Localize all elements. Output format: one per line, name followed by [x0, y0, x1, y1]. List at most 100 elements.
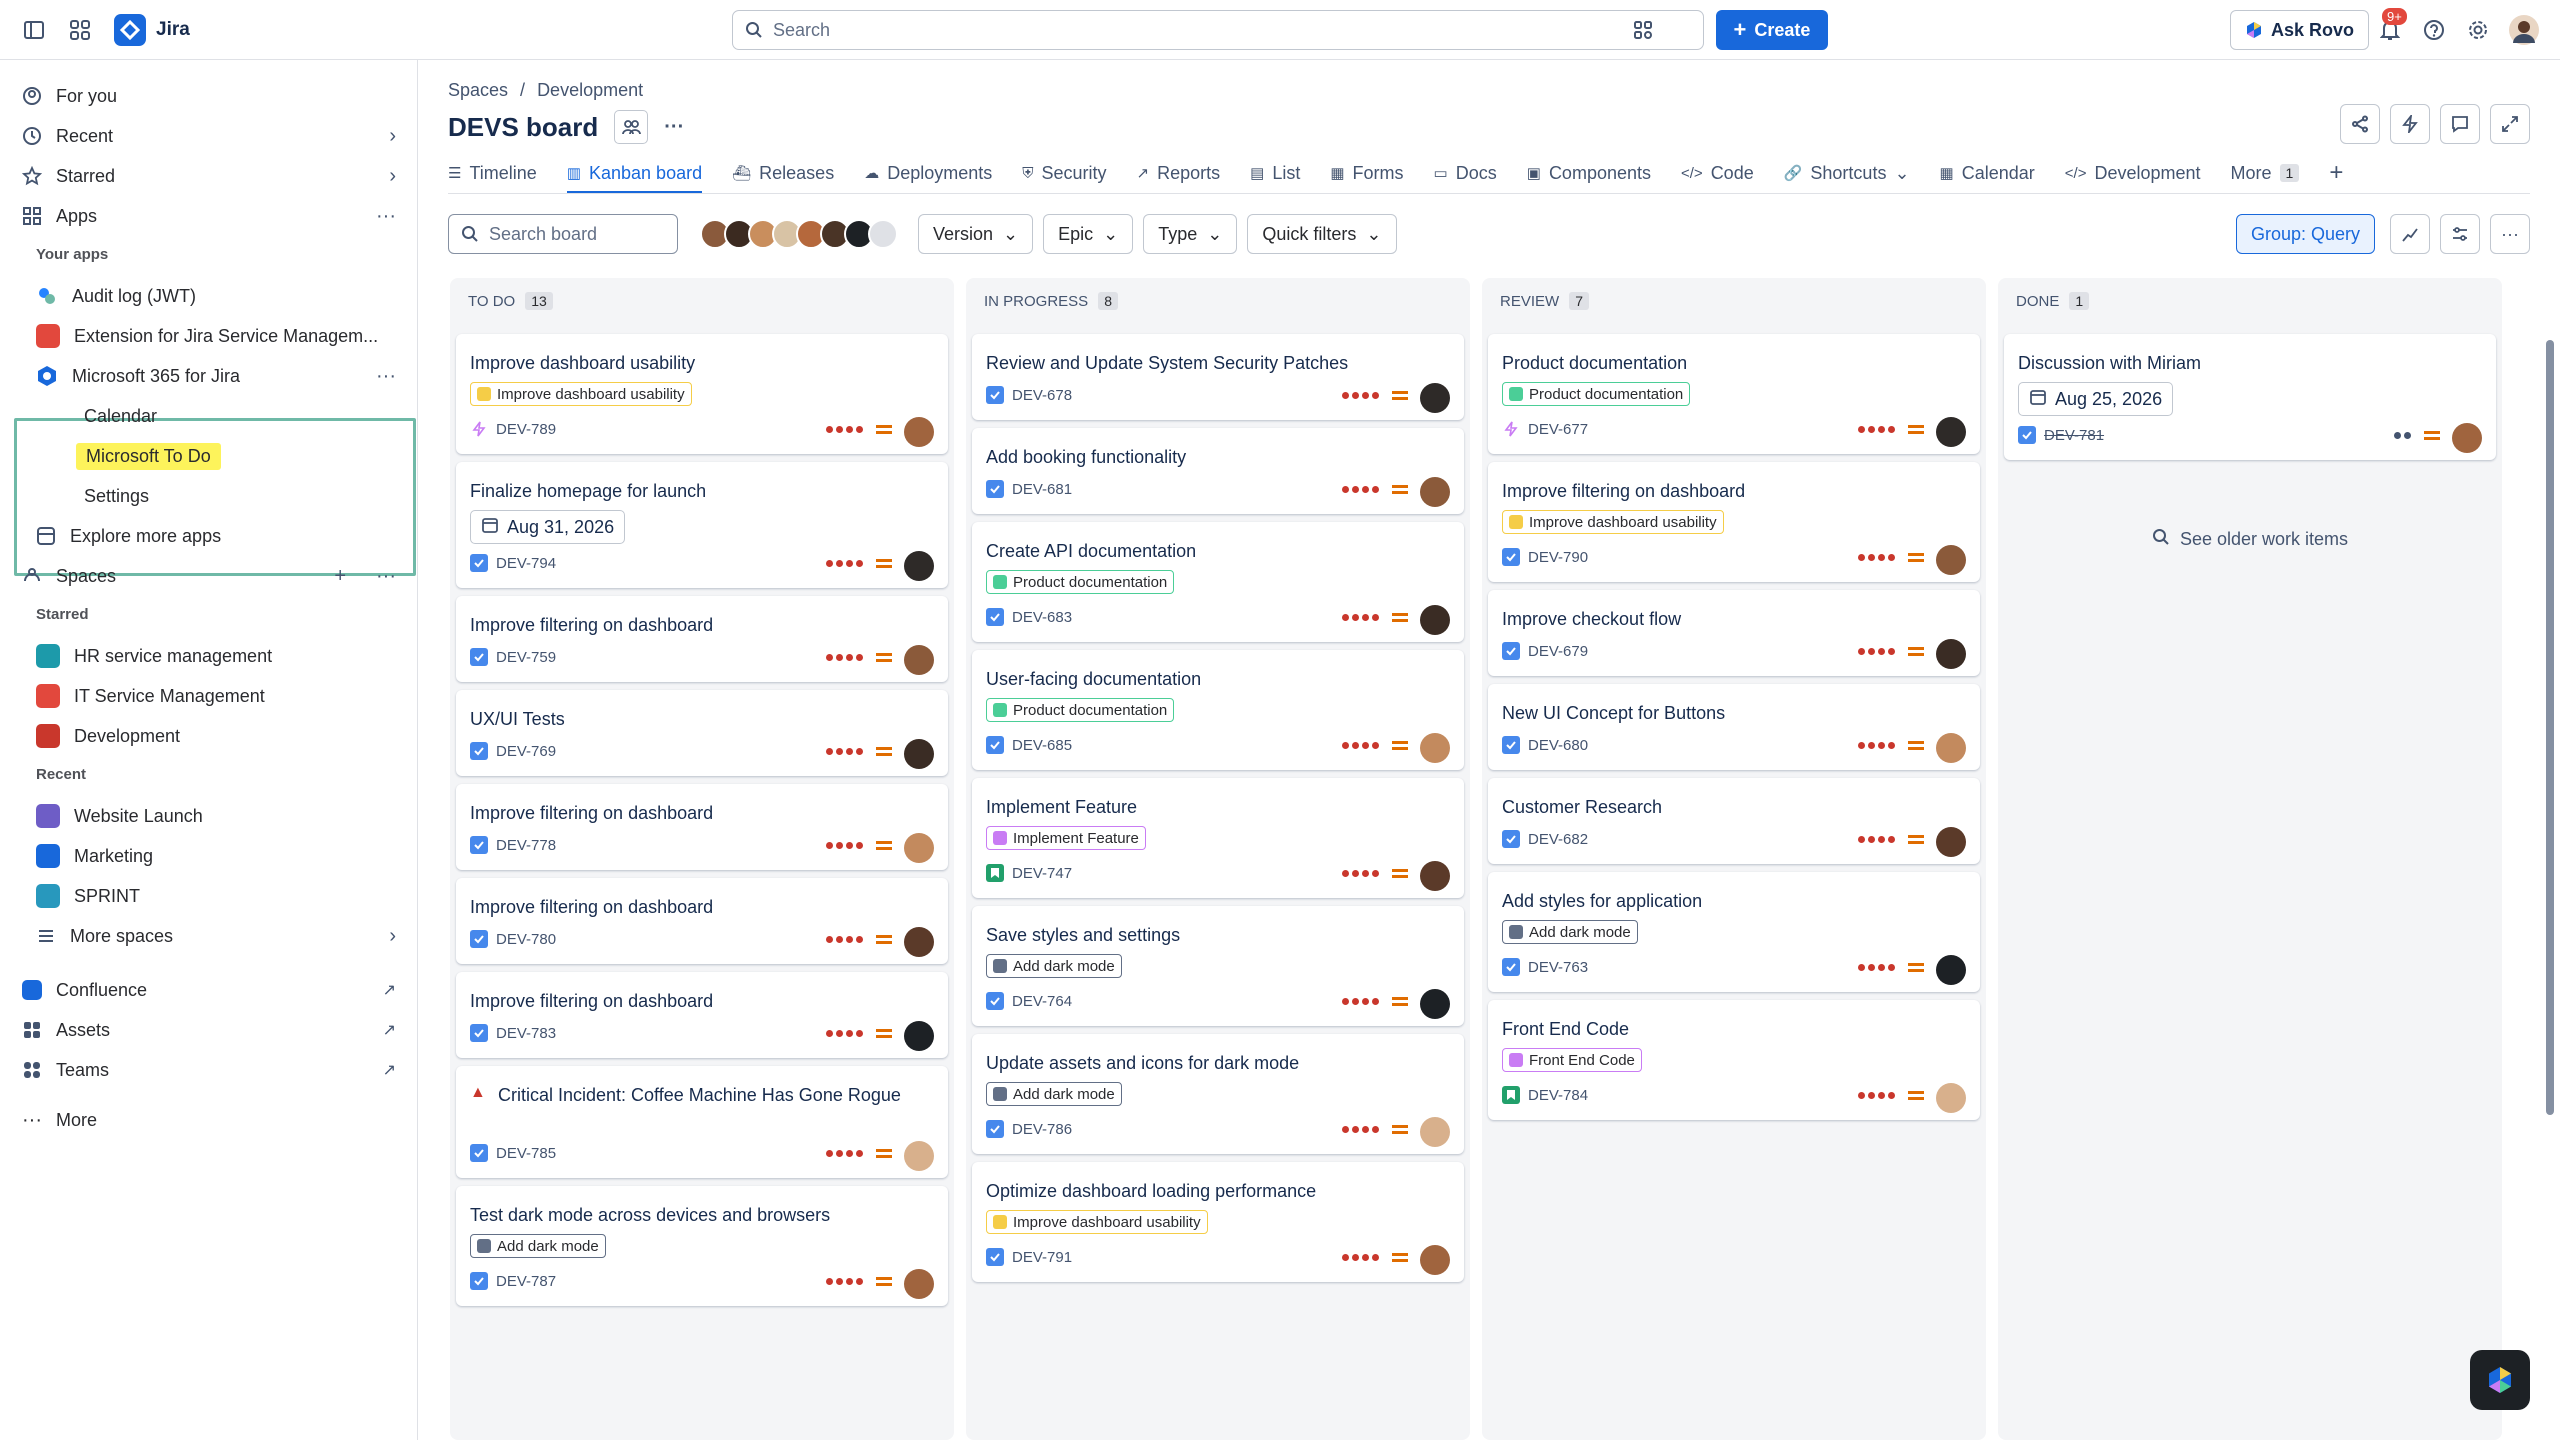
epic-lozenge[interactable]: Improve dashboard usability [470, 382, 692, 406]
work-item-key[interactable]: DEV-681 [986, 480, 1072, 498]
work-item-key[interactable]: DEV-787 [470, 1272, 556, 1290]
work-item-card[interactable]: Optimize dashboard loading performance Im… [972, 1162, 1464, 1282]
global-search[interactable] [732, 10, 1704, 50]
sidebar-space-development[interactable]: Development [36, 718, 180, 754]
sidebar-space-marketing[interactable]: Marketing [36, 838, 153, 874]
sidebar-app-microsoft-365[interactable]: Microsoft 365 for Jira ··· [36, 358, 396, 394]
work-item-card[interactable]: Save styles and settings Add dark mode DEV… [972, 906, 1464, 1026]
board-search[interactable]: Search board [448, 214, 678, 254]
epic-lozenge[interactable]: Front End Code [1502, 1048, 1642, 1072]
work-item-card[interactable]: Discussion with Miriam Aug 25, 2026 DEV-78… [2004, 334, 2496, 460]
work-item-card[interactable]: UX/UI Tests DEV-769 [456, 690, 948, 776]
ask-rovo-button[interactable]: Ask Rovo [2230, 10, 2370, 50]
work-item-card[interactable]: Improve dashboard usability Improve dashb… [456, 334, 948, 454]
sidebar-app-audit-log[interactable]: Audit log (JWT) [36, 278, 196, 314]
tab-releases[interactable]: ⛴ Releases [732, 156, 846, 190]
sidebar-item-teams[interactable]: Teams ↗ [22, 1052, 396, 1088]
work-item-card[interactable]: Improve filtering on dashboard DEV-759 [456, 596, 948, 682]
assignee-avatar[interactable] [904, 927, 934, 957]
sidebar-more-spaces[interactable]: More spaces › [36, 918, 396, 954]
tab-reports[interactable]: ↗ Reports [1137, 156, 1233, 190]
sidebar-item-spaces[interactable]: Spaces + ··· [22, 558, 396, 594]
assignee-avatar[interactable] [1420, 605, 1450, 635]
work-item-card[interactable]: Add booking functionality DEV-681 [972, 428, 1464, 514]
tab-timeline[interactable]: ☰ Timeline [448, 156, 549, 190]
fullscreen-icon[interactable] [2490, 104, 2530, 144]
work-item-card[interactable]: Improve filtering on dashboard DEV-783 [456, 972, 948, 1058]
sidebar-item-confluence[interactable]: Confluence ↗ [22, 972, 396, 1008]
work-item-key[interactable]: DEV-784 [1502, 1086, 1588, 1104]
assignee-avatar[interactable] [1420, 1117, 1450, 1147]
tab-components[interactable]: ▣ Components [1527, 156, 1663, 190]
work-item-card[interactable]: Implement Feature Implement Feature DEV-74… [972, 778, 1464, 898]
assignee-avatar[interactable] [904, 1021, 934, 1051]
chevron-right-icon[interactable]: › [389, 125, 396, 148]
epic-lozenge[interactable]: Product documentation [1502, 382, 1691, 406]
assignee-avatar[interactable] [1936, 733, 1966, 763]
sidebar-item-more[interactable]: ··· More [22, 1102, 97, 1138]
work-item-key[interactable]: DEV-764 [986, 992, 1072, 1010]
epic-lozenge[interactable]: Add dark mode [470, 1234, 606, 1258]
work-item-key[interactable]: DEV-789 [470, 420, 556, 438]
epic-lozenge[interactable]: Product documentation [986, 570, 1175, 594]
tab-forms[interactable]: ▦ Forms [1330, 156, 1415, 190]
sidebar-space-sprint[interactable]: SPRINT [36, 878, 140, 914]
automation-lightning-icon[interactable] [2390, 104, 2430, 144]
assignee-avatar[interactable] [1936, 955, 1966, 985]
board-more-icon[interactable]: ··· [2490, 214, 2530, 254]
help-icon[interactable] [2416, 12, 2452, 48]
work-item-key[interactable]: DEV-682 [1502, 830, 1588, 848]
assignee-avatar[interactable] [904, 417, 934, 447]
assignee-avatar[interactable] [1420, 1245, 1450, 1275]
work-item-card[interactable]: Finalize homepage for launch Aug 31, 2026… [456, 462, 948, 588]
work-item-card[interactable]: Front End Code Front End Code DEV-784 [1488, 1000, 1980, 1120]
assignee-avatar[interactable] [2452, 423, 2482, 453]
work-item-key[interactable]: DEV-785 [470, 1144, 556, 1162]
assignee-avatar[interactable] [1936, 1083, 1966, 1113]
epic-filter[interactable]: Epic ⌄ [1043, 214, 1134, 254]
work-item-card[interactable]: Review and Update System Security Patche… [972, 334, 1464, 420]
assignee-avatar[interactable] [904, 551, 934, 581]
assignee-avatar[interactable] [904, 645, 934, 675]
share-icon[interactable] [2340, 104, 2380, 144]
tab-deployments[interactable]: ☁ Deployments [864, 156, 1004, 190]
quick-filters[interactable]: Quick filters ⌄ [1247, 214, 1397, 254]
work-item-card[interactable]: Improve filtering on dashboard DEV-778 [456, 784, 948, 870]
assignee-avatar[interactable] [1420, 383, 1450, 413]
work-item-key[interactable]: DEV-783 [470, 1024, 556, 1042]
sidebar-space-hr[interactable]: HR service management [36, 638, 272, 674]
board-more-options-icon[interactable]: ··· [664, 116, 684, 139]
app-switcher-icon[interactable] [62, 12, 98, 48]
tab-calendar[interactable]: ▦ Calendar [1940, 156, 2047, 190]
work-item-card[interactable]: Product documentation Product documentati… [1488, 334, 1980, 454]
assignee-avatar[interactable] [1420, 989, 1450, 1019]
sidebar-subitem-settings[interactable]: Settings [84, 478, 149, 514]
work-item-card[interactable]: Improve checkout flow DEV-679 [1488, 590, 1980, 676]
work-item-key[interactable]: DEV-685 [986, 736, 1072, 754]
search-input[interactable] [773, 19, 1633, 41]
assignee-avatar[interactable] [1936, 827, 1966, 857]
epic-lozenge[interactable]: Implement Feature [986, 826, 1146, 850]
tab-kanban-board[interactable]: ▥ Kanban board [566, 156, 714, 194]
sidebar-app-extension-jsm[interactable]: Extension for Jira Service Managem... [36, 318, 378, 354]
work-item-key[interactable]: DEV-791 [986, 1248, 1072, 1266]
jira-logo[interactable]: Jira [114, 14, 190, 46]
see-older-work-items-button[interactable]: See older work items [1998, 528, 2502, 551]
epic-lozenge[interactable]: Product documentation [986, 698, 1175, 722]
sidebar-item-for-you[interactable]: For you [22, 78, 117, 114]
version-filter[interactable]: Version ⌄ [918, 214, 1034, 254]
tab-docs[interactable]: ▭ Docs [1434, 156, 1509, 190]
work-item-key[interactable]: DEV-759 [470, 648, 556, 666]
chevron-right-icon[interactable]: › [389, 165, 396, 188]
sidebar-explore-more-apps[interactable]: Explore more apps [36, 518, 221, 554]
sidebar-item-apps[interactable]: Apps ··· [22, 198, 396, 234]
sidebar-item-recent[interactable]: Recent › [22, 118, 396, 154]
assignee-avatar[interactable] [1936, 417, 1966, 447]
unassigned-avatar[interactable] [868, 219, 898, 249]
work-item-key[interactable]: DEV-763 [1502, 958, 1588, 976]
sidebar-space-website-launch[interactable]: Website Launch [36, 798, 203, 834]
breadcrumb-development[interactable]: Development [537, 80, 643, 101]
sidebar-item-starred[interactable]: Starred › [22, 158, 396, 194]
work-item-card[interactable]: Improve filtering on dashboard DEV-780 [456, 878, 948, 964]
work-item-key[interactable]: DEV-680 [1502, 736, 1588, 754]
